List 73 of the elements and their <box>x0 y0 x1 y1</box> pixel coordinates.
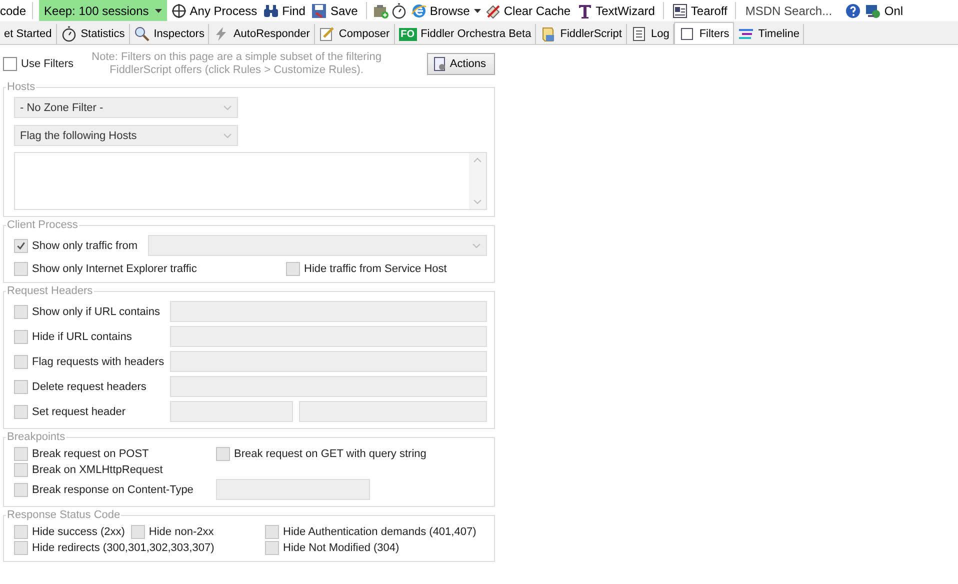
magnifier-icon <box>134 26 150 42</box>
toolbar-text: code <box>0 4 26 18</box>
toolbar-button[interactable]: Save <box>309 2 360 18</box>
toolbar-button[interactable]: Any Process <box>168 2 260 18</box>
chevron-down-icon <box>473 199 482 205</box>
checkbox-label: Hide Not Modified (304) <box>283 542 400 554</box>
chevron-down-icon <box>223 104 232 110</box>
zone-select[interactable]: - No Zone Filter - <box>14 97 238 118</box>
process-select[interactable] <box>148 235 487 256</box>
checkbox-label: Show only traffic from <box>32 240 138 252</box>
toolbar-button[interactable]: Clear Cache <box>482 2 573 18</box>
group-title: Breakpoints <box>6 431 66 443</box>
checkbox-label: Hide Authentication demands (401,407) <box>283 526 476 538</box>
tab[interactable]: Filters <box>674 22 734 44</box>
checkbox-label: Hide non-2xx <box>148 526 214 538</box>
input-field[interactable] <box>170 301 487 322</box>
checkbox-label: Show only if URL contains <box>32 306 160 318</box>
actions-button[interactable]: Actions <box>426 53 495 75</box>
stopwatch-icon[interactable] <box>390 2 407 18</box>
caret-icon <box>154 8 162 12</box>
toolbar-button[interactable]: Browse <box>408 2 472 18</box>
checkbox-label: Hide redirects (300,301,302,303,307) <box>32 542 214 554</box>
toolbar-button[interactable]: Tearoff <box>670 2 730 18</box>
document-lines-icon <box>630 26 647 42</box>
note-text: Note: Filters on this page are a simple subset of the filtering FiddlerScript offers (click Rules > Customize Rules). <box>90 51 382 77</box>
crosshair-icon <box>170 2 187 18</box>
checkbox-label: Break on XMLHttpRequest <box>32 464 163 476</box>
tab-badge-icon: FO <box>398 28 417 40</box>
header-name-field[interactable] <box>170 401 293 422</box>
checkbox[interactable] <box>3 57 17 71</box>
help-icon[interactable] <box>845 2 862 18</box>
checkbox-label: Hide traffic from Service Host <box>304 263 447 275</box>
input-field[interactable] <box>170 326 487 347</box>
chevron-down-icon <box>472 242 481 248</box>
group-title: Response Status Code <box>6 509 122 521</box>
pencil-note-icon <box>318 26 335 42</box>
scrollbar[interactable] <box>469 153 486 209</box>
header-value-field[interactable] <box>299 401 487 422</box>
checkbox-label: Set request header <box>32 406 126 418</box>
checkbox-label: Use Filters <box>21 58 74 70</box>
checkbox-label: Hide success (2xx) <box>32 526 125 538</box>
chevron-up-icon <box>473 157 482 163</box>
host-action-select[interactable]: Flag the following Hosts <box>14 125 238 146</box>
input-field[interactable] <box>170 376 487 397</box>
timeline-bars-icon <box>738 26 754 42</box>
checkbox-label: Show only Internet Explorer traffic <box>32 263 197 275</box>
square-icon <box>679 26 696 42</box>
toolbar-button[interactable]: Onl <box>863 2 906 18</box>
checkbox-label: Delete request headers <box>32 380 146 392</box>
toolbar-button[interactable]: TextWizard <box>574 2 657 18</box>
group-title: Hosts <box>6 81 36 93</box>
dropdown-caret-icon[interactable] <box>474 8 481 12</box>
hosts-text-area[interactable] <box>14 152 487 210</box>
checkbox-label: Break request on POST <box>32 448 149 460</box>
group-title: Client Process <box>6 219 79 231</box>
checkbox-label: Flag requests with headers <box>32 356 164 368</box>
globe-computer-icon <box>865 2 882 18</box>
t-letter-icon <box>576 2 593 18</box>
chevron-down-icon <box>223 132 232 138</box>
window-icon <box>672 2 688 18</box>
browser-e-icon <box>410 2 427 18</box>
toolbar-button[interactable]: Find <box>261 2 308 18</box>
content-type-field[interactable] <box>216 479 370 500</box>
group-title: Request Headers <box>6 285 94 297</box>
input-field[interactable] <box>170 351 487 372</box>
checkbox-label: Break request on GET with query string <box>234 448 426 460</box>
binoculars-icon <box>263 2 280 18</box>
checkbox-label: Break response on Content-Type <box>32 484 194 496</box>
keep-sessions-dropdown[interactable]: Keep: 100 sessions <box>39 0 167 21</box>
use-filters-checkbox[interactable]: Use Filters <box>3 57 74 71</box>
eraser-icon <box>484 2 501 18</box>
checkbox-label: Hide if URL contains <box>32 330 132 342</box>
stopwatch-icon <box>60 26 77 42</box>
